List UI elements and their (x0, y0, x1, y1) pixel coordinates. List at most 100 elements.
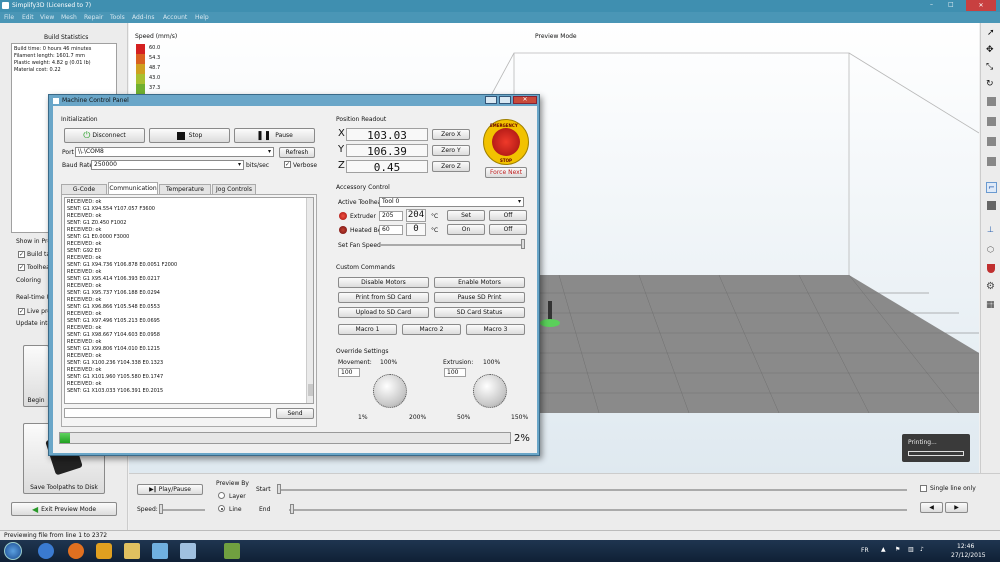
maximize-icon[interactable]: □ (948, 1, 954, 8)
movement-dial[interactable] (373, 374, 407, 408)
paint-icon[interactable] (152, 543, 168, 559)
app-icon-2[interactable] (180, 543, 196, 559)
shield-icon[interactable] (987, 264, 995, 273)
refresh-button[interactable]: Refresh (279, 147, 315, 158)
extruder-setpoint[interactable]: 205 (379, 211, 403, 221)
sd-status-button[interactable]: SD Card Status (434, 307, 525, 318)
live-preview-checkbox[interactable]: ✓ (18, 308, 25, 315)
zero-x-button[interactable]: Zero X (432, 129, 470, 140)
fan-slider-handle[interactable] (521, 239, 525, 249)
macro-1-button[interactable]: Macro 1 (338, 324, 397, 335)
start-slider-handle[interactable] (277, 484, 281, 494)
command-input[interactable] (64, 408, 271, 418)
extrusion-input[interactable]: 100 (444, 368, 466, 377)
view-top-icon[interactable] (987, 137, 996, 146)
bed-setpoint[interactable]: 60 (379, 225, 403, 235)
bed-on-button[interactable]: On (447, 224, 485, 235)
macro-3-button[interactable]: Macro 3 (466, 324, 525, 335)
tab-communication[interactable]: Communication (108, 182, 158, 194)
extruder-off-button[interactable]: Off (489, 210, 527, 221)
pause-sd-button[interactable]: Pause SD Print (434, 292, 525, 303)
menu-tools[interactable]: Tools (110, 14, 125, 21)
toolhead-checkbox[interactable]: ✓ (18, 264, 25, 271)
move-icon[interactable]: ✥ (986, 45, 994, 55)
clock-date[interactable]: 27/12/2015 (951, 552, 986, 559)
media-player-icon[interactable] (96, 543, 112, 559)
play-pause-button[interactable]: ▶‖ Play/Pause (137, 484, 203, 495)
step-back-button[interactable]: ◀ (920, 502, 943, 513)
send-button[interactable]: Send (276, 408, 314, 419)
single-line-checkbox[interactable] (920, 485, 927, 492)
active-toolhead-select[interactable]: Tool 0 (379, 197, 524, 207)
macro-2-button[interactable]: Macro 2 (402, 324, 461, 335)
enable-motors-button[interactable]: Enable Motors (434, 277, 525, 288)
baud-select[interactable]: 250000 (91, 160, 244, 170)
tab-temperature-plot[interactable]: Temperature Plot (159, 184, 211, 202)
pause-button[interactable]: ❚❚ Pause (234, 128, 315, 143)
firefox-icon[interactable] (68, 543, 84, 559)
menu-edit[interactable]: Edit (22, 14, 34, 21)
exit-preview-button[interactable]: ◀ Exit Preview Mode (11, 502, 117, 516)
print-sd-button[interactable]: Print from SD Card (338, 292, 429, 303)
build-table-checkbox[interactable]: ✓ (18, 251, 25, 258)
port-select[interactable]: \\.\COM8 (75, 147, 274, 157)
stop-button[interactable]: Stop (149, 128, 230, 143)
disable-motors-button[interactable]: Disable Motors (338, 277, 429, 288)
step-forward-button[interactable]: ▶ (945, 502, 968, 513)
speed-slider-track[interactable] (159, 509, 205, 511)
tray-network-icon[interactable]: ▥ (908, 546, 914, 553)
settings-gear-icon[interactable]: ⚙ (986, 281, 995, 292)
extrusion-dial[interactable] (473, 374, 507, 408)
rotate-icon[interactable]: ↻ (986, 79, 994, 89)
menu-mesh[interactable]: Mesh (61, 14, 77, 21)
solid-view-icon[interactable] (987, 201, 996, 210)
end-slider-handle[interactable] (290, 504, 294, 514)
mcp-close-icon[interactable]: ✕ (513, 96, 537, 104)
select-cursor-icon[interactable]: ➚ (987, 28, 995, 38)
movement-input[interactable]: 100 (338, 368, 360, 377)
end-slider-track[interactable] (289, 509, 907, 511)
zero-y-button[interactable]: Zero Y (432, 145, 470, 156)
force-next-button[interactable]: Force Next (485, 167, 527, 178)
menu-repair[interactable]: Repair (84, 14, 103, 21)
emergency-stop-button[interactable]: EMERGENCY STOP (483, 119, 529, 165)
mcp-help-icon[interactable] (485, 96, 497, 104)
menu-file[interactable]: File (4, 14, 14, 21)
zero-z-button[interactable]: Zero Z (432, 161, 470, 172)
menu-view[interactable]: View (40, 14, 54, 21)
tray-flag-icon[interactable]: ⚑ (895, 546, 900, 553)
layer-radio[interactable] (218, 492, 225, 499)
simplify3d-task-icon[interactable] (224, 543, 240, 559)
tray-up-icon[interactable]: ▲ (881, 546, 886, 553)
scale-icon[interactable]: ⤡ (986, 62, 993, 72)
menu-help[interactable]: Help (195, 14, 209, 21)
close-icon[interactable]: ✕ (966, 0, 996, 11)
mcp-maximize-icon[interactable] (499, 96, 511, 104)
menu-account[interactable]: Account (163, 14, 187, 21)
upload-sd-button[interactable]: Upload to SD Card (338, 307, 429, 318)
grid-icon[interactable]: ▦ (986, 300, 995, 310)
clock-time[interactable]: 12:46 (957, 543, 974, 550)
speed-slider-handle[interactable] (159, 504, 163, 514)
minimize-icon[interactable]: – (930, 1, 933, 8)
fan-slider-track[interactable] (379, 244, 525, 246)
log-scrollbar-thumb[interactable] (308, 384, 313, 396)
verbose-checkbox[interactable]: ✓ (284, 161, 291, 168)
bed-off-button[interactable]: Off (489, 224, 527, 235)
explorer-icon[interactable] (124, 543, 140, 559)
view-left-icon[interactable] (987, 157, 996, 166)
view-iso-icon[interactable] (987, 117, 996, 126)
tab-jog-controls[interactable]: Jog Controls (212, 184, 256, 194)
menu-addins[interactable]: Add-Ins (132, 14, 154, 21)
wireframe-icon[interactable]: ⬡ (987, 245, 994, 254)
lang-indicator[interactable]: FR (861, 547, 869, 554)
axis-icon[interactable]: ⌐ (986, 182, 997, 193)
toolpath-icon[interactable]: ⊥ (987, 225, 994, 234)
ie-icon[interactable] (38, 543, 54, 559)
line-radio[interactable] (218, 505, 225, 512)
log-scrollbar[interactable] (306, 198, 313, 403)
disconnect-button[interactable]: ⏻ Disconnect (64, 128, 145, 143)
begin-button[interactable]: Begin (23, 345, 49, 407)
start-slider-track[interactable] (277, 489, 907, 491)
tab-gcode-library[interactable]: G-Code Library (61, 184, 107, 202)
